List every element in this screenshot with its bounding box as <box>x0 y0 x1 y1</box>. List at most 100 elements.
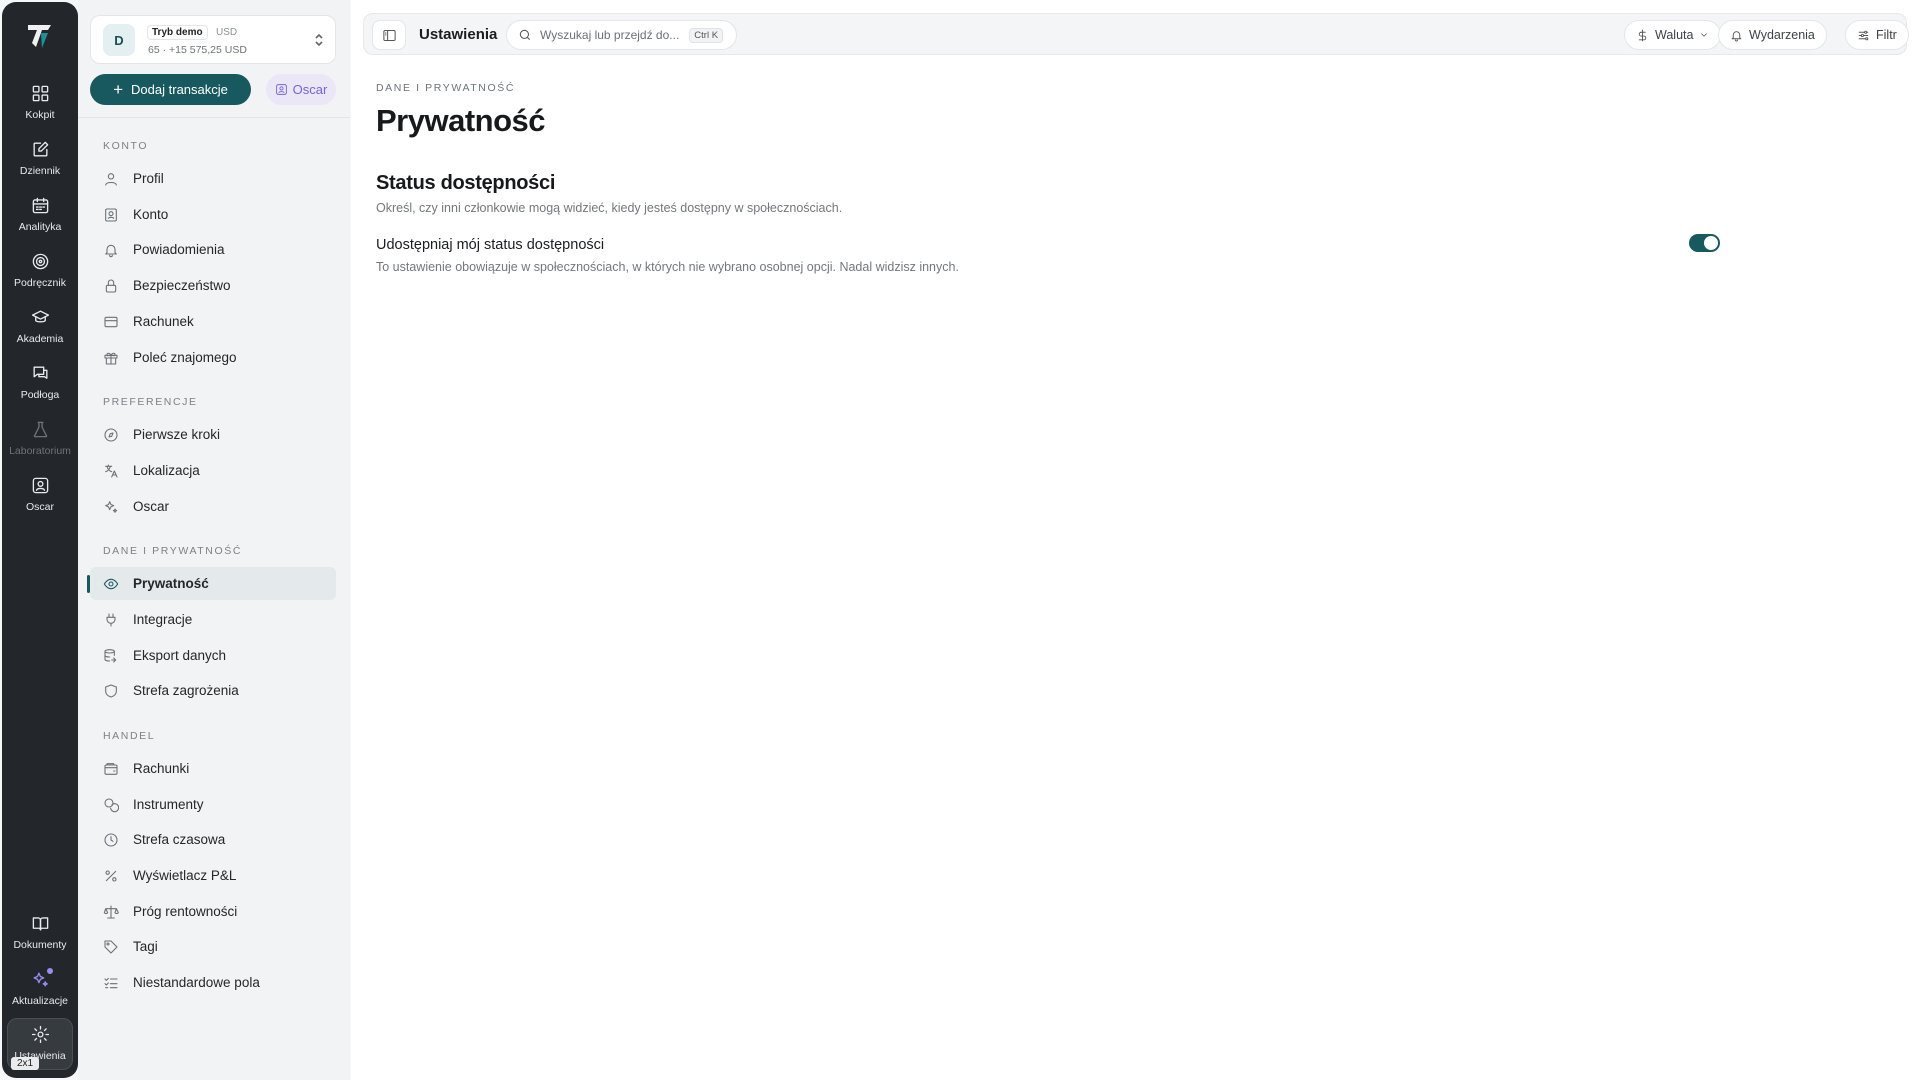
account-currency: USD <box>216 27 238 38</box>
sidebar-item-label: Instrumenty <box>133 797 204 812</box>
sidebar-item-rachunek[interactable]: Rachunek <box>90 305 336 338</box>
sidebar-item-lokalizacja[interactable]: Lokalizacja <box>90 454 336 487</box>
sidebar-item-label: Oscar <box>133 499 170 514</box>
sidebar-item-label: Strefa czasowa <box>133 832 226 847</box>
user-icon <box>102 170 120 188</box>
sidebar-toggle-button[interactable] <box>372 20 406 50</box>
rail-item-kokpit[interactable]: Kokpit <box>7 78 73 130</box>
rail-label: Akademia <box>16 333 64 345</box>
breadcrumb: DANE I PRYWATNOŚĆ <box>376 82 516 94</box>
target-icon <box>29 250 51 272</box>
rail-label: Dziennik <box>19 165 61 177</box>
filter-button[interactable]: Filtr <box>1845 20 1909 50</box>
demo-badge: Tryb demo <box>147 25 208 40</box>
sidebar-item-bezpieczenstwo[interactable]: Bezpieczeństwo <box>90 269 336 302</box>
currency-label: Waluta <box>1655 28 1694 42</box>
user-square-icon <box>29 474 51 496</box>
setting-label: Udostępniaj mój status dostępności <box>376 237 605 253</box>
dollar-icon <box>1638 29 1647 41</box>
coins-icon <box>102 796 120 814</box>
database-export-icon <box>102 647 120 665</box>
availability-toggle[interactable] <box>1689 234 1720 252</box>
rail-item-aktualizacje[interactable]: Aktualizacje <box>7 964 73 1016</box>
add-transaction-button[interactable]: + Dodaj transakcje <box>90 74 251 105</box>
oscar-button[interactable]: Oscar <box>266 74 336 105</box>
filter-label: Filtr <box>1876 28 1897 42</box>
sidebar-item-prog-rentownosci[interactable]: Próg rentowności <box>90 895 336 928</box>
search-input[interactable]: Wyszukaj lub przejdź do... Ctrl K <box>506 20 737 50</box>
calendar-icon <box>29 194 51 216</box>
rail-item-dokumenty[interactable]: Dokumenty <box>7 908 73 960</box>
events-button[interactable]: Wydarzenia <box>1718 20 1827 50</box>
sliders-icon <box>1858 30 1869 40</box>
scale-icon <box>102 903 120 921</box>
sidebar-item-label: Profil <box>133 171 164 186</box>
sidebar-item-label: Wyświetlacz P&L <box>133 868 237 883</box>
top-bar: Ustawienia Wyszukaj lub przejdź do... Ct… <box>363 13 1909 55</box>
sidebar-item-tagi[interactable]: Tagi <box>90 930 336 963</box>
search-icon <box>519 29 531 41</box>
chat-icon <box>29 362 51 384</box>
sidebar-item-polec-znajomego[interactable]: Poleć znajomego <box>90 341 336 374</box>
sidebar-item-label: Rachunek <box>133 314 194 329</box>
app-logo[interactable] <box>24 20 56 52</box>
rail-item-podrecznik[interactable]: Podręcznik <box>7 246 73 298</box>
sidebar-item-niestandardowe-pola[interactable]: Niestandardowe pola <box>90 966 336 999</box>
flask-icon <box>29 418 51 440</box>
sidebar-item-prywatnosc[interactable]: Prywatność <box>87 567 336 600</box>
sidebar-item-profil[interactable]: Profil <box>90 162 336 195</box>
rail-label: Podłoga <box>20 389 60 401</box>
events-label: Wydarzenia <box>1749 28 1815 42</box>
sidebar-panel-icon <box>382 29 396 41</box>
notification-dot <box>47 968 53 974</box>
dashboard-icon <box>29 82 51 104</box>
search-placeholder: Wyszukaj lub przejdź do... <box>540 28 680 42</box>
sidebar-item-eksport-danych[interactable]: Eksport danych <box>90 639 336 672</box>
app-rail: Kokpit Dziennik Analityka Podręcznik Aka… <box>2 2 78 1078</box>
sidebar-item-integracje[interactable]: Integracje <box>90 603 336 636</box>
percent-icon <box>102 867 120 885</box>
rail-item-podloga[interactable]: Podłoga <box>7 358 73 410</box>
add-transaction-label: Dodaj transakcje <box>131 82 228 97</box>
section-title: Status dostępności <box>376 172 556 194</box>
sidebar-item-wyswietlacz-pl[interactable]: Wyświetlacz P&L <box>90 859 336 892</box>
sidebar-item-instrumenty[interactable]: Instrumenty <box>90 788 336 821</box>
rail-label: Podręcznik <box>14 277 66 289</box>
sidebar-item-label: Prywatność <box>133 576 209 591</box>
sidebar-item-oscar[interactable]: Oscar <box>90 490 336 523</box>
rail-item-oscar[interactable]: Oscar <box>7 470 73 522</box>
translate-icon <box>102 462 120 480</box>
sidebar-item-rachunki[interactable]: Rachunki <box>90 752 336 785</box>
sidebar-item-powiadomienia[interactable]: Powiadomienia <box>90 233 336 266</box>
clock-icon <box>102 831 120 849</box>
shield-icon <box>102 682 120 700</box>
gear-icon <box>29 1023 51 1045</box>
page-title: Prywatność <box>376 103 546 138</box>
sidebar-item-label: Próg rentowności <box>133 904 238 919</box>
sidebar-item-label: Integracje <box>133 612 193 627</box>
zoom-badge: 2x1 <box>11 1057 40 1070</box>
plug-icon <box>102 611 120 629</box>
section-title-preferencje: PREFERENCJE <box>103 396 198 408</box>
rail-item-analityka[interactable]: Analityka <box>7 190 73 242</box>
rail-label: Dokumenty <box>13 939 67 951</box>
graduation-cap-icon <box>29 306 51 328</box>
divider <box>78 117 350 118</box>
account-balance: 65 · +15 575,25 USD <box>148 44 247 56</box>
currency-dropdown[interactable]: Waluta <box>1624 20 1722 50</box>
sidebar-item-konto[interactable]: Konto <box>90 198 336 231</box>
rail-item-akademia[interactable]: Akademia <box>7 302 73 354</box>
gift-icon <box>102 349 120 367</box>
rail-label: Oscar <box>25 501 54 513</box>
rail-item-laboratorium[interactable]: Laboratorium <box>7 414 73 466</box>
sidebar-item-strefa-zagrozenia[interactable]: Strefa zagrożenia <box>90 674 336 707</box>
chevron-down-icon <box>1701 33 1708 37</box>
rail-item-dziennik[interactable]: Dziennik <box>7 134 73 186</box>
chevron-up-down-icon <box>313 32 325 48</box>
credit-card-icon <box>102 313 120 331</box>
sidebar-item-pierwsze-kroki[interactable]: Pierwsze kroki <box>90 418 336 451</box>
account-switcher[interactable]: D Tryb demo USD 65 · +15 575,25 USD <box>90 15 336 64</box>
sidebar-item-strefa-czasowa[interactable]: Strefa czasowa <box>90 823 336 856</box>
compass-icon <box>102 426 120 444</box>
sparkles-icon <box>29 968 53 990</box>
